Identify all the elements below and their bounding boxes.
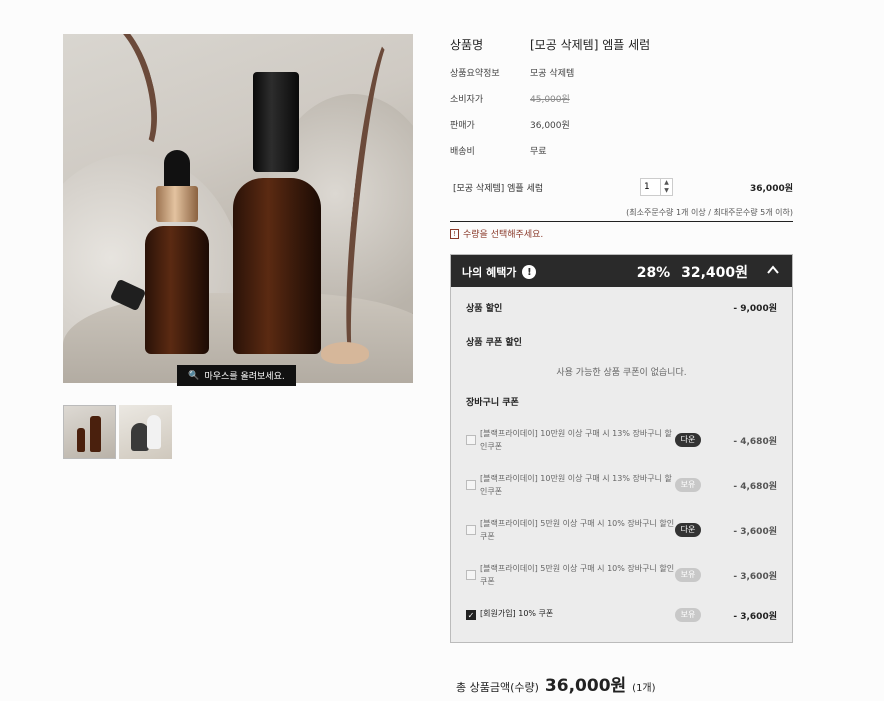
quantity-input[interactable] [641,179,659,195]
coupon-checkbox[interactable] [466,480,476,490]
benefit-title: 나의 혜택가 ! [462,264,537,280]
shipping-fee: 무료 [530,147,547,157]
coupon-item: [블랙프라이데이] 10만원 이상 구매 시 13% 장바구니 할인쿠폰 다운 … [466,427,777,457]
thumb-bottle [90,416,101,452]
image-bottle-collar [156,186,198,222]
coupon-owned-badge: 보유 [675,608,701,622]
quantity-down-icon[interactable]: ▼ [661,187,672,195]
quantity-arrows[interactable]: ▲ ▼ [660,179,672,195]
image-vine [64,34,172,171]
coupon-price: - 3,600원 [733,572,777,582]
product-name: [모공 삭제템] 엠플 세럼 [530,38,651,52]
coupon-download-badge[interactable]: 다운 [675,433,701,447]
zoom-hint-banner: 🔍 마우스를 올려보세요. [177,365,296,386]
retail-price: 45,000원 [530,95,570,105]
product-main-image[interactable]: ⌕ [63,34,413,383]
coupon-price: - 3,600원 [733,612,777,622]
option-price: 36,000원 [749,184,793,194]
info-key: 소비자가 [450,95,484,105]
coupon-item: [블랙프라이데이] 5만원 이상 구매 시 10% 장바구니 할인쿠폰 보유 -… [466,562,777,592]
quantity-up-icon[interactable]: ▲ [661,179,672,187]
coupon-owned-badge: 보유 [675,478,701,492]
coupon-text: [회원가입] 10% 쿠폰 [480,609,554,618]
image-large-bottle [233,178,321,354]
option-name: [모공 삭제템] 엠플 세럼 [453,184,544,194]
cart-coupon-label: 장바구니 쿠폰 [466,398,519,408]
image-small-bottle [145,226,209,354]
total-amount: 36,000원 [544,676,627,696]
info-value: 모공 삭제템 [530,69,575,79]
coupon-price: - 4,680원 [733,437,777,447]
total-price: 총 상품금액(수량) 36,000원 (1개) [456,671,656,696]
coupon-price: - 4,680원 [733,482,777,492]
coupon-checkbox[interactable] [466,525,476,535]
coupon-owned-badge: 보유 [675,568,701,582]
product-discount-row: 상품 할인 - 9,000원 [466,301,777,314]
image-large-bottle-cap [253,72,299,172]
cart-coupon-row: 장바구니 쿠폰 [466,395,777,408]
quantity-limit-text: (최소주문수량 1개 이상 / 최대주문수량 5개 이하) [626,208,793,217]
coupon-text: [블랙프라이데이] 10만원 이상 구매 시 13% 장바구니 할인쿠폰 [480,429,672,451]
thumbnail-1[interactable] [63,405,116,459]
coupon-item: ✓ [회원가입] 10% 쿠폰 보유 - 3,600원 [466,602,777,632]
quantity-notice-text: 수량을 선택해주세요. [463,230,544,240]
total-label: 총 상품금액(수량) [456,681,539,694]
coupon-checkbox-checked[interactable]: ✓ [466,610,476,620]
coupon-text: [블랙프라이데이] 5만원 이상 구매 시 10% 장바구니 할인쿠폰 [480,519,675,541]
coupon-checkbox[interactable] [466,435,476,445]
benefit-panel: 나의 혜택가 ! 28% 32,400원 상품 할인 - 9,000원 상품 쿠… [450,254,793,643]
chevron-up-icon[interactable] [766,263,780,277]
sale-price: 36,000원 [530,121,570,131]
no-coupon-text: 사용 가능한 상품 쿠폰이 없습니다. [556,368,687,378]
notice-icon: ! [450,228,459,239]
info-key: 상품명 [450,38,484,52]
option-row: [모공 삭제템] 엠플 세럼 ▲ ▼ 36,000원 [453,178,793,196]
coupon-price: - 3,600원 [733,527,777,537]
benefit-amount: 28% 32,400원 [637,262,748,282]
coupon-item: [블랙프라이데이] 10만원 이상 구매 시 13% 장바구니 할인쿠폰 보유 … [466,472,777,502]
divider [450,221,793,222]
benefit-header[interactable]: 나의 혜택가 ! 28% 32,400원 [451,255,792,287]
product-discount-value: - 9,000원 [733,304,777,314]
benefit-title-text: 나의 혜택가 [462,266,517,279]
coupon-text: [블랙프라이데이] 5만원 이상 구매 시 10% 장바구니 할인쿠폰 [480,564,675,586]
image-shell [321,342,369,364]
product-coupon-row: 상품 쿠폰 할인 [466,335,777,348]
thumbnail-2[interactable] [119,405,172,459]
total-count: (1개) [632,683,656,694]
coupon-checkbox[interactable] [466,570,476,580]
zoom-hint-text: 마우스를 올려보세요. [204,372,285,382]
info-key: 판매가 [450,121,475,131]
benefit-price: 32,400원 [681,265,748,281]
thumb-bottle [77,428,85,452]
image-dropper-cap [164,150,190,190]
coupon-item: [블랙프라이데이] 5만원 이상 구매 시 10% 장바구니 할인쿠폰 다운 -… [466,517,777,547]
quantity-stepper[interactable]: ▲ ▼ [640,178,673,196]
benefit-percent: 28% [636,265,671,281]
coupon-text: [블랙프라이데이] 10만원 이상 구매 시 13% 장바구니 할인쿠폰 [480,474,672,496]
product-discount-label: 상품 할인 [466,304,503,314]
info-key: 상품요약정보 [450,69,500,79]
info-icon[interactable]: ! [522,265,537,279]
magnifier-icon: 🔍 [188,370,200,381]
product-coupon-label: 상품 쿠폰 할인 [466,338,522,348]
coupon-download-badge[interactable]: 다운 [675,523,701,537]
info-key: 배송비 [450,147,475,157]
quantity-notice: ! 수량을 선택해주세요. [450,227,543,240]
thumb-bottle [147,415,161,449]
